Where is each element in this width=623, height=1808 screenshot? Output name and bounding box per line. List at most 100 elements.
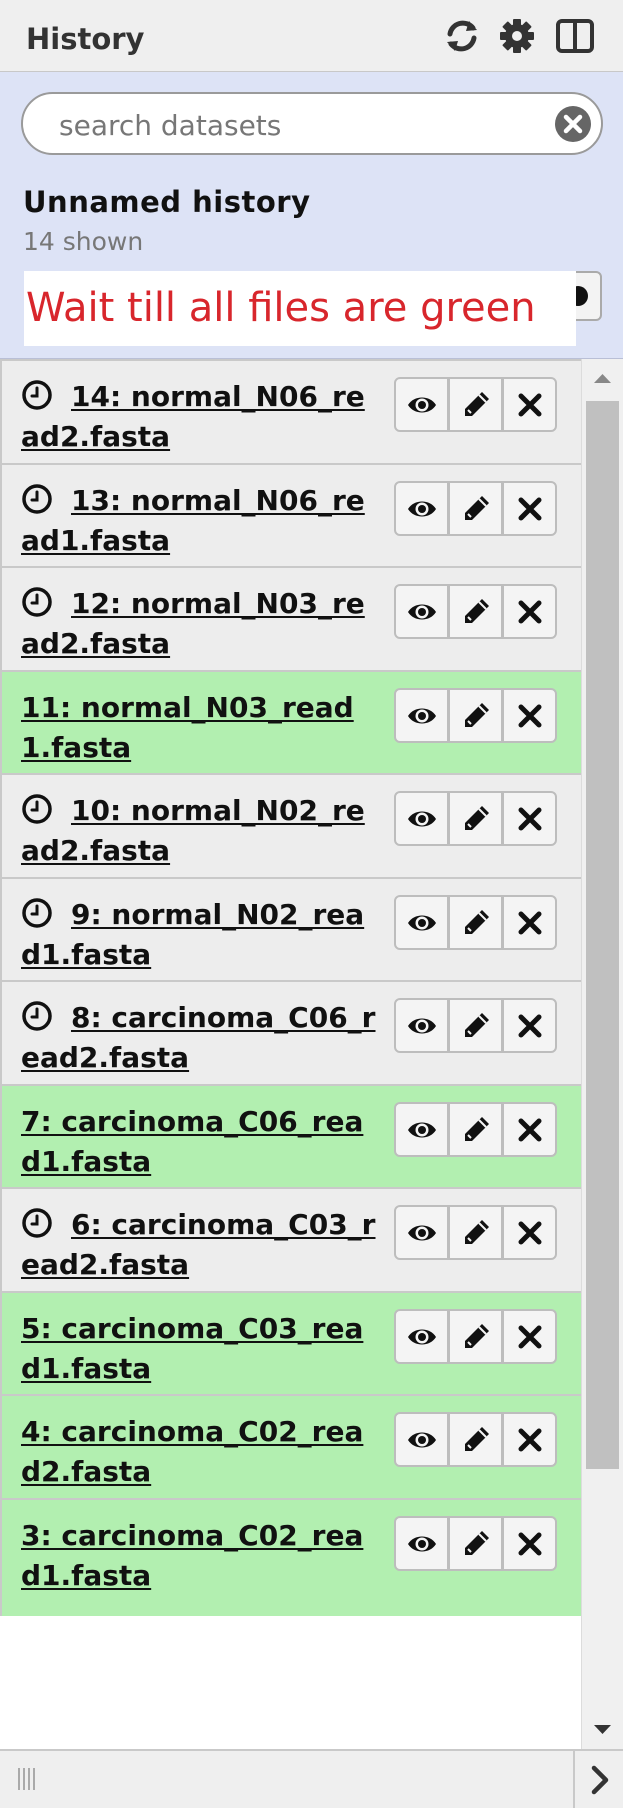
pencil-button[interactable] bbox=[448, 377, 503, 432]
pencil-button[interactable] bbox=[448, 998, 503, 1053]
eye-button[interactable] bbox=[394, 688, 449, 743]
eye-button[interactable] bbox=[394, 584, 449, 639]
eye-button[interactable] bbox=[394, 1102, 449, 1157]
pencil-button[interactable] bbox=[448, 895, 503, 950]
clock-icon bbox=[21, 1000, 53, 1032]
dataset-title[interactable]: 11: normal_N03_read1.fasta bbox=[21, 688, 376, 768]
dataset-title[interactable]: 9: normal_N02_read1.fasta bbox=[21, 895, 376, 975]
dataset-label[interactable]: 14: normal_N06_read2.fasta bbox=[21, 380, 365, 453]
pencil-button[interactable] bbox=[448, 1309, 503, 1364]
delete-button[interactable] bbox=[502, 584, 557, 639]
dataset-title[interactable]: 6: carcinoma_C03_read2.fasta bbox=[21, 1205, 376, 1285]
clear-search-icon[interactable] bbox=[553, 104, 593, 144]
eye-button[interactable] bbox=[394, 1309, 449, 1364]
eye-button[interactable] bbox=[394, 998, 449, 1053]
delete-button[interactable] bbox=[502, 688, 557, 743]
history-controls: Unnamed history 14 shown Wait till all f… bbox=[0, 72, 623, 359]
pencil-button[interactable] bbox=[448, 584, 503, 639]
eye-button[interactable] bbox=[394, 791, 449, 846]
dataset-item[interactable]: 5: carcinoma_C03_read1.fasta bbox=[0, 1291, 581, 1409]
search-input[interactable] bbox=[57, 104, 541, 146]
dataset-actions bbox=[394, 998, 557, 1053]
delete-icon bbox=[514, 1010, 546, 1042]
pencil-button[interactable] bbox=[448, 1205, 503, 1260]
dataset-actions bbox=[394, 584, 557, 639]
eye-button[interactable] bbox=[394, 1516, 449, 1571]
eye-icon bbox=[406, 1321, 438, 1353]
refresh-icon[interactable] bbox=[442, 16, 482, 56]
chevron-right-icon[interactable] bbox=[582, 1760, 618, 1800]
eye-button[interactable] bbox=[394, 377, 449, 432]
dataset-label[interactable]: 12: normal_N03_read2.fasta bbox=[21, 587, 365, 660]
delete-icon bbox=[514, 1321, 546, 1353]
delete-button[interactable] bbox=[502, 1205, 557, 1260]
resize-grip-icon[interactable] bbox=[16, 1765, 36, 1793]
delete-button[interactable] bbox=[502, 791, 557, 846]
dataset-label[interactable]: 8: carcinoma_C06_read2.fasta bbox=[21, 1001, 376, 1074]
delete-button[interactable] bbox=[502, 1412, 557, 1467]
delete-button[interactable] bbox=[502, 377, 557, 432]
pencil-button[interactable] bbox=[448, 791, 503, 846]
dataset-title[interactable]: 3: carcinoma_C02_read1.fasta bbox=[21, 1516, 376, 1596]
clock-icon bbox=[21, 483, 53, 515]
columns-icon[interactable] bbox=[555, 16, 595, 56]
scroll-up-arrow-icon[interactable] bbox=[582, 359, 623, 399]
dataset-title[interactable]: 7: carcinoma_C06_read1.fasta bbox=[21, 1102, 376, 1182]
delete-button[interactable] bbox=[502, 998, 557, 1053]
dataset-label[interactable]: 11: normal_N03_read1.fasta bbox=[21, 691, 354, 764]
dataset-item[interactable]: 12: normal_N03_read2.fasta bbox=[0, 566, 581, 684]
pencil-button[interactable] bbox=[448, 1102, 503, 1157]
dataset-title[interactable]: 5: carcinoma_C03_read1.fasta bbox=[21, 1309, 376, 1389]
dataset-label[interactable]: 6: carcinoma_C03_read2.fasta bbox=[21, 1208, 376, 1281]
pencil-button[interactable] bbox=[448, 688, 503, 743]
dataset-item[interactable]: 9: normal_N02_read1.fasta bbox=[0, 877, 581, 995]
pencil-icon bbox=[460, 700, 492, 732]
dataset-item[interactable]: 6: carcinoma_C03_read2.fasta bbox=[0, 1187, 581, 1305]
delete-button[interactable] bbox=[502, 1102, 557, 1157]
dataset-title[interactable]: 12: normal_N03_read2.fasta bbox=[21, 584, 376, 664]
eye-button[interactable] bbox=[394, 1412, 449, 1467]
scrollbar-thumb[interactable] bbox=[586, 401, 619, 1469]
pencil-button[interactable] bbox=[448, 1412, 503, 1467]
dataset-label[interactable]: 7: carcinoma_C06_read1.fasta bbox=[21, 1105, 363, 1178]
dataset-label[interactable]: 13: normal_N06_read1.fasta bbox=[21, 484, 365, 557]
dataset-label[interactable]: 10: normal_N02_read2.fasta bbox=[21, 794, 365, 867]
scroll-down-arrow-icon[interactable] bbox=[582, 1709, 623, 1749]
dataset-item[interactable]: 4: carcinoma_C02_read2.fasta bbox=[0, 1394, 581, 1512]
dataset-actions bbox=[394, 1102, 557, 1157]
dataset-item[interactable]: 13: normal_N06_read1.fasta bbox=[0, 463, 581, 581]
delete-button[interactable] bbox=[502, 481, 557, 536]
dataset-title[interactable]: 13: normal_N06_read1.fasta bbox=[21, 481, 376, 561]
dataset-actions bbox=[394, 791, 557, 846]
dataset-item[interactable]: 7: carcinoma_C06_read1.fasta bbox=[0, 1084, 581, 1202]
gear-icon[interactable] bbox=[497, 16, 537, 56]
dataset-label[interactable]: 5: carcinoma_C03_read1.fasta bbox=[21, 1312, 363, 1385]
eye-icon bbox=[406, 493, 438, 525]
delete-button[interactable] bbox=[502, 1516, 557, 1571]
dataset-title[interactable]: 8: carcinoma_C06_read2.fasta bbox=[21, 998, 376, 1078]
delete-button[interactable] bbox=[502, 1309, 557, 1364]
history-name[interactable]: Unnamed history bbox=[23, 185, 311, 219]
eye-button[interactable] bbox=[394, 1205, 449, 1260]
dataset-title[interactable]: 4: carcinoma_C02_read2.fasta bbox=[21, 1412, 376, 1492]
dataset-label[interactable]: 4: carcinoma_C02_read2.fasta bbox=[21, 1415, 363, 1488]
dataset-item[interactable]: 3: carcinoma_C02_read1.fasta bbox=[0, 1498, 581, 1616]
delete-button[interactable] bbox=[502, 895, 557, 950]
dataset-title[interactable]: 14: normal_N06_read2.fasta bbox=[21, 377, 376, 457]
delete-icon bbox=[514, 596, 546, 628]
dataset-title[interactable]: 10: normal_N02_read2.fasta bbox=[21, 791, 376, 871]
dataset-actions bbox=[394, 1309, 557, 1364]
dataset-item[interactable]: 11: normal_N03_read1.fasta bbox=[0, 670, 581, 788]
pencil-button[interactable] bbox=[448, 481, 503, 536]
pencil-button[interactable] bbox=[448, 1516, 503, 1571]
eye-icon bbox=[406, 700, 438, 732]
dataset-item[interactable]: 14: normal_N06_read2.fasta bbox=[0, 359, 581, 477]
panel-footer bbox=[0, 1749, 623, 1808]
eye-button[interactable] bbox=[394, 895, 449, 950]
dataset-label[interactable]: 9: normal_N02_read1.fasta bbox=[21, 898, 364, 971]
dataset-item[interactable]: 10: normal_N02_read2.fasta bbox=[0, 773, 581, 891]
dataset-label[interactable]: 3: carcinoma_C02_read1.fasta bbox=[21, 1519, 363, 1592]
vertical-scrollbar[interactable] bbox=[581, 359, 623, 1749]
dataset-item[interactable]: 8: carcinoma_C06_read2.fasta bbox=[0, 980, 581, 1098]
eye-button[interactable] bbox=[394, 481, 449, 536]
